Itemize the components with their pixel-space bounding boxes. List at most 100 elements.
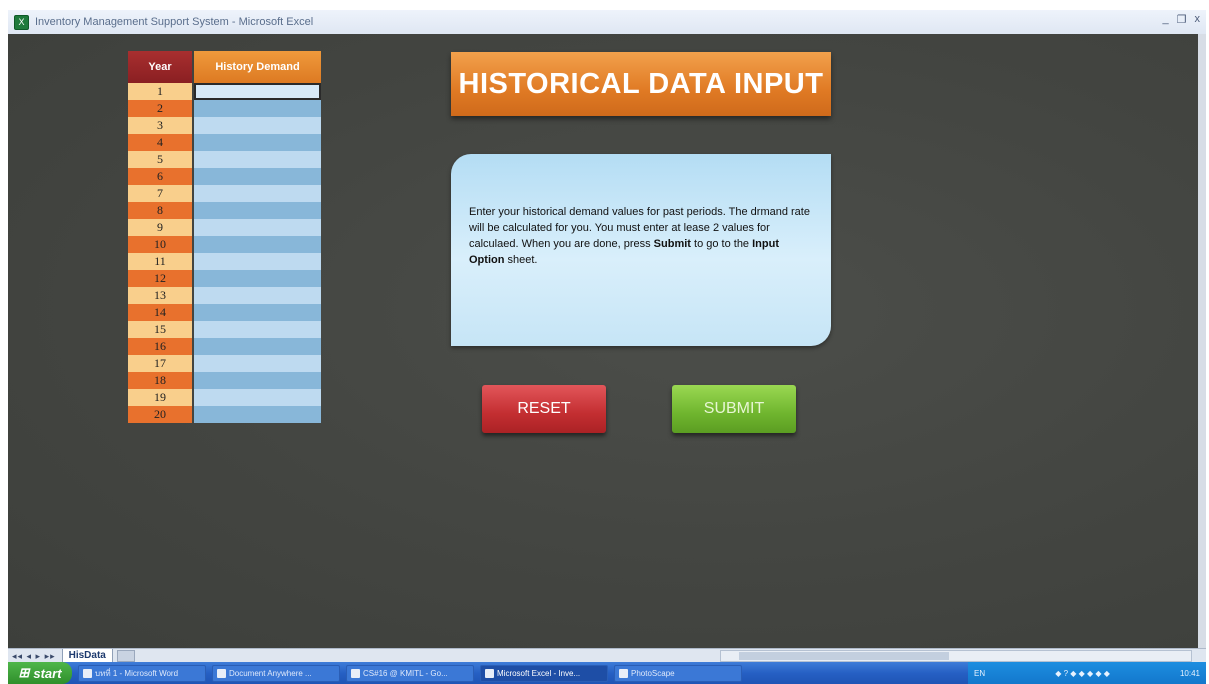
word-icon (83, 668, 92, 678)
instructions-submit-word: Submit (653, 238, 691, 250)
table-row: 2 (128, 100, 323, 117)
table-row: 12 (128, 270, 323, 287)
table-row: 13 (128, 287, 323, 304)
start-button[interactable]: ⊞ start (8, 662, 72, 684)
clock: 10:41 (1179, 668, 1200, 678)
demand-input-cell[interactable] (194, 185, 321, 202)
year-cell: 6 (128, 168, 192, 185)
table-row: 11 (128, 253, 323, 270)
demand-input-cell[interactable] (194, 355, 321, 372)
demand-input-cell[interactable] (194, 151, 321, 168)
taskbar-item-label: PhotoScape (631, 668, 675, 678)
year-cell: 1 (128, 83, 192, 100)
table-row: 3 (128, 117, 323, 134)
demand-input-cell[interactable] (194, 100, 321, 117)
system-tray: EN ◆ ? ◆ ◆ ◆ ◆ ◆ 10:41 (968, 662, 1206, 684)
table-row: 17 (128, 355, 323, 372)
photoscape-icon (619, 668, 628, 678)
table-row: 1 (128, 83, 323, 100)
restore-button[interactable]: ❐ (1177, 13, 1187, 26)
table-row: 6 (128, 168, 323, 185)
demand-input-cell[interactable] (194, 168, 321, 185)
year-cell: 16 (128, 338, 192, 355)
instructions-box: Enter your historical demand values for … (451, 154, 831, 346)
page-title-banner: HISTORICAL DATA INPUT (451, 52, 831, 116)
window-title: Inventory Management Support System - Mi… (35, 16, 314, 28)
year-header: Year (128, 51, 192, 83)
year-cell: 20 (128, 406, 192, 423)
demand-input-cell[interactable] (194, 253, 321, 270)
table-row: 8 (128, 202, 323, 219)
demand-input-cell[interactable] (194, 117, 321, 134)
demand-input-cell[interactable] (194, 236, 321, 253)
demand-input-cell[interactable] (194, 202, 321, 219)
tab-hisdata[interactable]: HisData (61, 649, 113, 663)
table-row: 15 (128, 321, 323, 338)
year-cell: 3 (128, 117, 192, 134)
instructions-part2: to go to the (690, 238, 753, 250)
table-row: 20 (128, 406, 323, 423)
close-button[interactable]: x (1195, 13, 1201, 26)
language-indicator[interactable]: EN (974, 669, 985, 678)
year-cell: 2 (128, 100, 192, 117)
vertical-scrollbar[interactable] (1198, 34, 1206, 648)
demand-input-cell[interactable] (194, 321, 321, 338)
taskbar-item-label: Microsoft Excel - Inve... (497, 668, 581, 678)
reset-button[interactable]: RESET (482, 385, 606, 433)
demand-input-cell[interactable] (194, 304, 321, 321)
year-cell: 15 (128, 321, 192, 338)
year-cell: 4 (128, 134, 192, 151)
demand-input-cell[interactable] (194, 83, 321, 100)
tray-icons[interactable]: ◆ ? ◆ ◆ ◆ ◆ ◆ (1055, 669, 1110, 678)
demand-input-cell[interactable] (194, 270, 321, 287)
browser-icon (351, 668, 360, 678)
history-demand-header: History Demand (194, 51, 321, 83)
taskbar-item-photoscape[interactable]: PhotoScape (614, 664, 742, 682)
table-body: 1 2 3 4 5 6 7 8 9 10 11 12 13 14 15 16 17 18 19 20 (128, 83, 323, 423)
year-cell: 11 (128, 253, 192, 270)
year-cell: 8 (128, 202, 192, 219)
year-cell: 13 (128, 287, 192, 304)
horizontal-scrollbar-thumb[interactable] (739, 652, 949, 660)
table-row: 4 (128, 134, 323, 151)
taskbar-item-label: บทที่ 1 - Microsoft Word (95, 668, 179, 678)
year-cell: 17 (128, 355, 192, 372)
taskbar-item-label: Document Anywhere ... (229, 668, 312, 678)
taskbar-item-document-anywhere[interactable]: Document Anywhere ... (212, 664, 340, 682)
windows-taskbar: ⊞ start บทที่ 1 - Microsoft Word Documen… (8, 662, 1206, 684)
table-header: Year History Demand (128, 51, 323, 83)
table-row: 14 (128, 304, 323, 321)
year-cell: 10 (128, 236, 192, 253)
horizontal-scrollbar[interactable] (720, 650, 1192, 662)
year-cell: 14 (128, 304, 192, 321)
table-row: 9 (128, 219, 323, 236)
taskbar-item-excel[interactable]: Microsoft Excel - Inve... (480, 664, 608, 682)
history-demand-table: Year History Demand 1 2 3 4 5 6 7 8 9 10 11 12 13 14 1… (128, 51, 323, 423)
table-row: 18 (128, 372, 323, 389)
demand-input-cell[interactable] (194, 389, 321, 406)
demand-input-cell[interactable] (194, 372, 321, 389)
table-row: 5 (128, 151, 323, 168)
insert-sheet-icon[interactable] (116, 650, 135, 662)
taskbar-item-label: CS#16 @ KMITL - Go... (363, 668, 448, 678)
year-cell: 12 (128, 270, 192, 287)
taskbar-item-browser[interactable]: CS#16 @ KMITL - Go... (346, 664, 474, 682)
excel-icon (485, 668, 494, 678)
taskbar-item-word[interactable]: บทที่ 1 - Microsoft Word (78, 664, 206, 682)
year-cell: 7 (128, 185, 192, 202)
demand-input-cell[interactable] (194, 338, 321, 355)
table-row: 16 (128, 338, 323, 355)
window-titlebar: X Inventory Management Support System - … (8, 10, 1206, 35)
minimize-button[interactable]: _ (1163, 13, 1169, 26)
tab-navigation-arrows[interactable]: ◂◂ ◂ ▸ ▸▸ (12, 651, 56, 662)
windows-logo-icon: ⊞ (18, 665, 30, 680)
demand-input-cell[interactable] (194, 219, 321, 236)
start-label: start (33, 665, 62, 681)
year-cell: 5 (128, 151, 192, 168)
excel-icon: X (14, 14, 29, 30)
demand-input-cell[interactable] (194, 134, 321, 151)
table-row: 19 (128, 389, 323, 406)
submit-button[interactable]: SUBMIT (672, 385, 796, 433)
demand-input-cell[interactable] (194, 406, 321, 423)
demand-input-cell[interactable] (194, 287, 321, 304)
